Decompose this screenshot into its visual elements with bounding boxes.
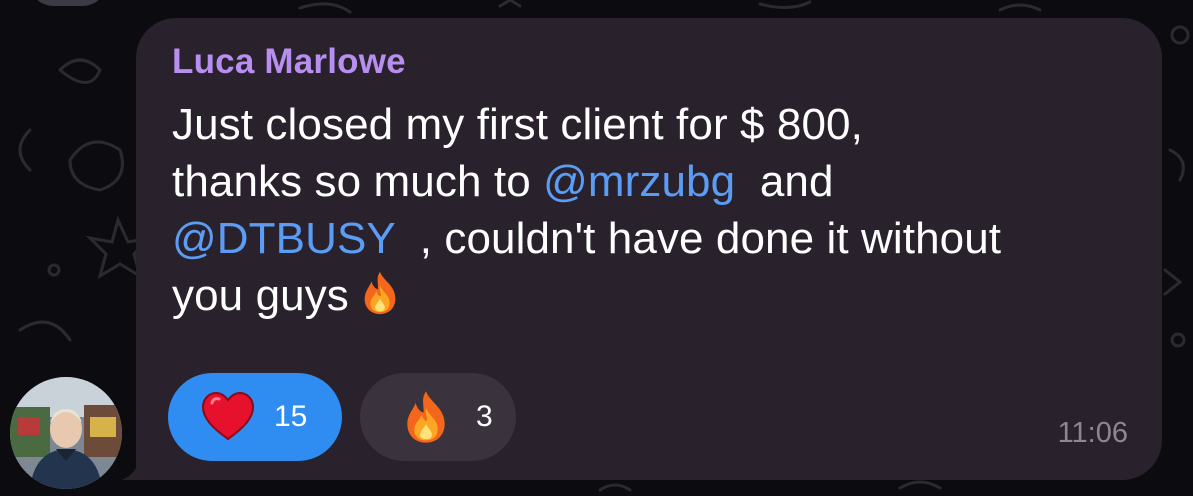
reactions-bar: 15 3 — [168, 373, 516, 461]
fire-icon — [407, 391, 445, 443]
heart-icon — [201, 391, 255, 441]
message-time: 11:06 — [1057, 417, 1128, 449]
message-line: , couldn't have done it without — [395, 214, 1002, 263]
reaction-count: 3 — [476, 400, 493, 433]
sender-avatar[interactable] — [10, 377, 122, 489]
message-line: and — [735, 157, 834, 206]
reaction-heart-button[interactable]: 15 — [168, 373, 342, 461]
mention-link[interactable]: @mrzubg — [543, 157, 735, 206]
sender-name[interactable]: Luca Marlowe — [172, 42, 406, 82]
message-bubble[interactable]: Luca Marlowe Just closed my first client… — [136, 18, 1162, 480]
fire-icon — [364, 271, 396, 315]
message-line: thanks so much to — [172, 157, 544, 206]
avatar-photo — [10, 377, 122, 489]
message-text: Just closed my first client for $ 800, t… — [172, 96, 1152, 324]
reaction-count: 15 — [274, 400, 308, 433]
reaction-fire-button[interactable]: 3 — [360, 373, 516, 461]
message-line: you guys — [172, 271, 349, 320]
mention-link[interactable]: @DTBUSY — [172, 214, 395, 263]
message-line: Just closed my first client for $ 800, — [172, 100, 863, 149]
